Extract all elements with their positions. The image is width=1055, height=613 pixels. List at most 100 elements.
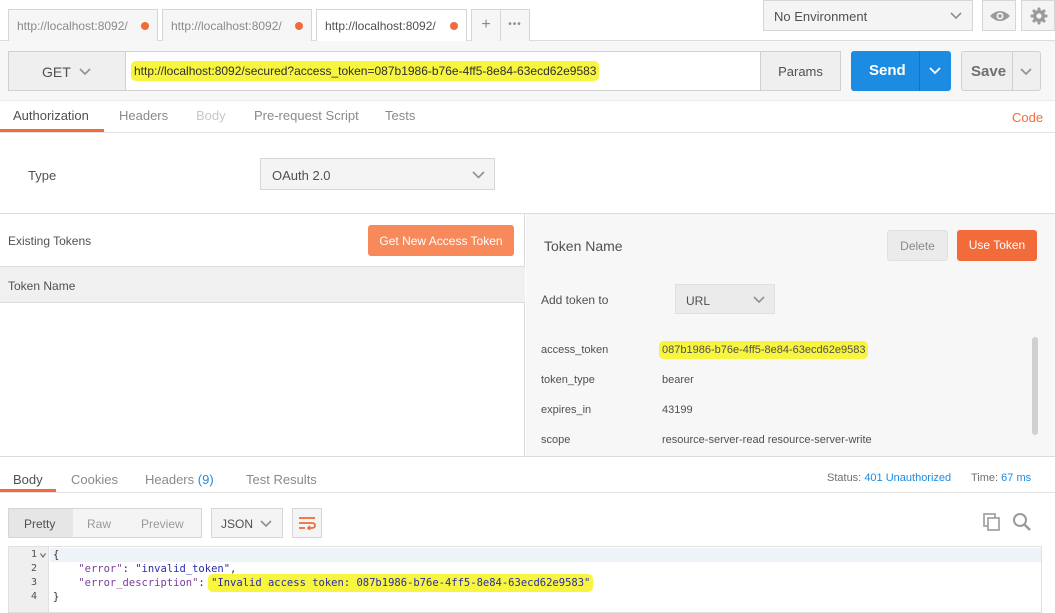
- token-field-value: bearer: [662, 374, 694, 386]
- url-input[interactable]: http://localhost:8092/secured?access_tok…: [125, 51, 761, 91]
- tab-body[interactable]: Body: [196, 108, 226, 123]
- response-status: Status: 401 Unauthorized: [827, 472, 951, 484]
- tab-headers[interactable]: Headers: [119, 108, 168, 123]
- response-headers-label: Headers: [145, 472, 195, 487]
- params-label: Params: [778, 64, 823, 79]
- tab-title: http://localhost:8092/: [325, 19, 436, 33]
- manage-environments-button[interactable]: [1021, 0, 1055, 31]
- chevron-down-icon: [753, 296, 765, 304]
- auth-type-value: OAuth 2.0: [272, 168, 331, 183]
- view-mode-raw[interactable]: Raw: [73, 509, 128, 537]
- active-line-highlight: [50, 548, 1041, 562]
- search-icon[interactable]: [1012, 512, 1032, 532]
- divider: [0, 492, 1055, 493]
- method-select[interactable]: GET: [8, 51, 126, 91]
- response-tab-cookies[interactable]: Cookies: [71, 472, 118, 487]
- response-tab-body[interactable]: Body: [13, 472, 43, 487]
- view-mode-preview[interactable]: Preview: [128, 509, 201, 537]
- gear-icon: [1030, 7, 1048, 25]
- chevron-down-icon[interactable]: [929, 67, 941, 75]
- unsaved-dot-icon[interactable]: [295, 22, 303, 30]
- add-token-to-label: Add token to: [541, 293, 609, 307]
- chevron-down-icon: [260, 520, 272, 528]
- status-value[interactable]: 401 Unauthorized: [864, 472, 951, 484]
- json-key: "error_description": [78, 577, 199, 589]
- unsaved-dot-icon[interactable]: [141, 22, 149, 30]
- fold-arrow-icon[interactable]: [40, 553, 46, 558]
- response-format-value: JSON: [221, 517, 254, 531]
- more-icon: •••: [508, 19, 522, 30]
- wrap-lines-button[interactable]: [292, 508, 322, 538]
- line-number-gutter: 1 2 3 4: [9, 547, 49, 612]
- line-number: 2: [30, 563, 37, 574]
- method-value: GET: [42, 64, 71, 80]
- code-token: {: [53, 549, 60, 561]
- use-token-button[interactable]: Use Token: [957, 230, 1037, 261]
- code-line-3: "error_description": "Invalid access tok…: [78, 577, 591, 589]
- environment-select[interactable]: No Environment: [763, 0, 973, 31]
- unsaved-dot-icon[interactable]: [450, 22, 458, 30]
- json-string: "Invalid access token: 087b1986-b76e-4ff…: [211, 577, 591, 589]
- tab-tests[interactable]: Tests: [385, 108, 415, 123]
- scrollbar[interactable]: [1032, 337, 1038, 435]
- environment-value: No Environment: [774, 9, 868, 24]
- response-format-select[interactable]: JSON: [211, 508, 283, 538]
- json-key: "error": [78, 563, 123, 575]
- use-token-label: Use Token: [968, 238, 1026, 252]
- code-line-1: {: [53, 549, 59, 561]
- tab-options-button[interactable]: •••: [500, 9, 530, 41]
- time-value[interactable]: 67 ms: [1001, 472, 1031, 484]
- json-string: "invalid_token": [135, 563, 231, 575]
- send-split-divider: [919, 51, 920, 91]
- wrap-icon: [299, 517, 316, 530]
- token-detail-title: Token Name: [544, 238, 623, 254]
- save-button[interactable]: Save: [961, 51, 1041, 91]
- request-tab-3[interactable]: http://localhost:8092/: [316, 9, 467, 42]
- add-token-to-value: URL: [686, 294, 711, 308]
- token-field-value: 087b1986-b76e-4ff5-8e84-63ecd62e9583: [662, 344, 866, 356]
- response-tab-headers[interactable]: Headers (9): [145, 472, 214, 487]
- send-label: Send: [869, 62, 906, 79]
- token-detail-panel: Token Name Delete Use Token Add token to…: [526, 214, 1055, 456]
- params-button[interactable]: Params: [760, 51, 841, 91]
- view-mode-pretty[interactable]: Pretty: [9, 509, 73, 537]
- add-token-to-select[interactable]: URL: [675, 284, 775, 314]
- delete-token-label: Delete: [900, 239, 935, 253]
- request-tab-1[interactable]: http://localhost:8092/: [8, 9, 158, 41]
- response-headers-count: (9): [197, 472, 214, 487]
- plus-icon: +: [481, 16, 491, 33]
- token-field-key: access_token: [541, 344, 609, 356]
- chevron-down-icon: [950, 12, 962, 20]
- token-field-key: scope: [541, 434, 571, 446]
- environment-quick-look-button[interactable]: [982, 0, 1016, 31]
- divider: [0, 132, 1055, 133]
- chevron-down-icon: [472, 171, 485, 179]
- tab-pre-request-script[interactable]: Pre-request Script: [254, 108, 359, 123]
- tab-title: http://localhost:8092/: [17, 19, 128, 33]
- delete-token-button[interactable]: Delete: [887, 230, 948, 261]
- new-tab-button[interactable]: +: [471, 9, 501, 41]
- request-tab-bar: http://localhost:8092/ http://localhost:…: [0, 0, 1055, 42]
- save-split-divider: [1012, 52, 1013, 90]
- generate-code-link[interactable]: Code: [1012, 110, 1043, 125]
- divider: [0, 456, 1055, 457]
- tab-authorization[interactable]: Authorization: [13, 108, 89, 123]
- request-url-bar: GET http://localhost:8092/secured?access…: [0, 41, 1055, 101]
- send-button[interactable]: Send: [851, 51, 951, 91]
- token-field-key: token_type: [541, 374, 595, 386]
- auth-type-select[interactable]: OAuth 2.0: [260, 158, 495, 190]
- url-value: http://localhost:8092/secured?access_tok…: [134, 64, 597, 78]
- auth-type-label: Type: [28, 168, 57, 183]
- get-new-access-token-button[interactable]: Get New Access Token: [368, 225, 514, 256]
- response-tab-test-results[interactable]: Test Results: [246, 472, 317, 487]
- response-view-mode-group: Pretty Raw Preview: [8, 508, 202, 538]
- chevron-down-icon[interactable]: [1020, 68, 1032, 76]
- token-field-value: 43199: [662, 404, 693, 416]
- token-field-value: resource-server-read resource-server-wri…: [662, 434, 872, 446]
- copy-icon[interactable]: [983, 513, 1001, 531]
- request-tab-2[interactable]: http://localhost:8092/: [162, 9, 312, 41]
- chevron-down-icon: [79, 68, 91, 76]
- token-field-key: expires_in: [541, 404, 592, 416]
- token-name-header-label: Token Name: [8, 279, 76, 293]
- response-body-editor[interactable]: 1 2 3 4 { "error": "invalid_token", "err…: [8, 546, 1042, 613]
